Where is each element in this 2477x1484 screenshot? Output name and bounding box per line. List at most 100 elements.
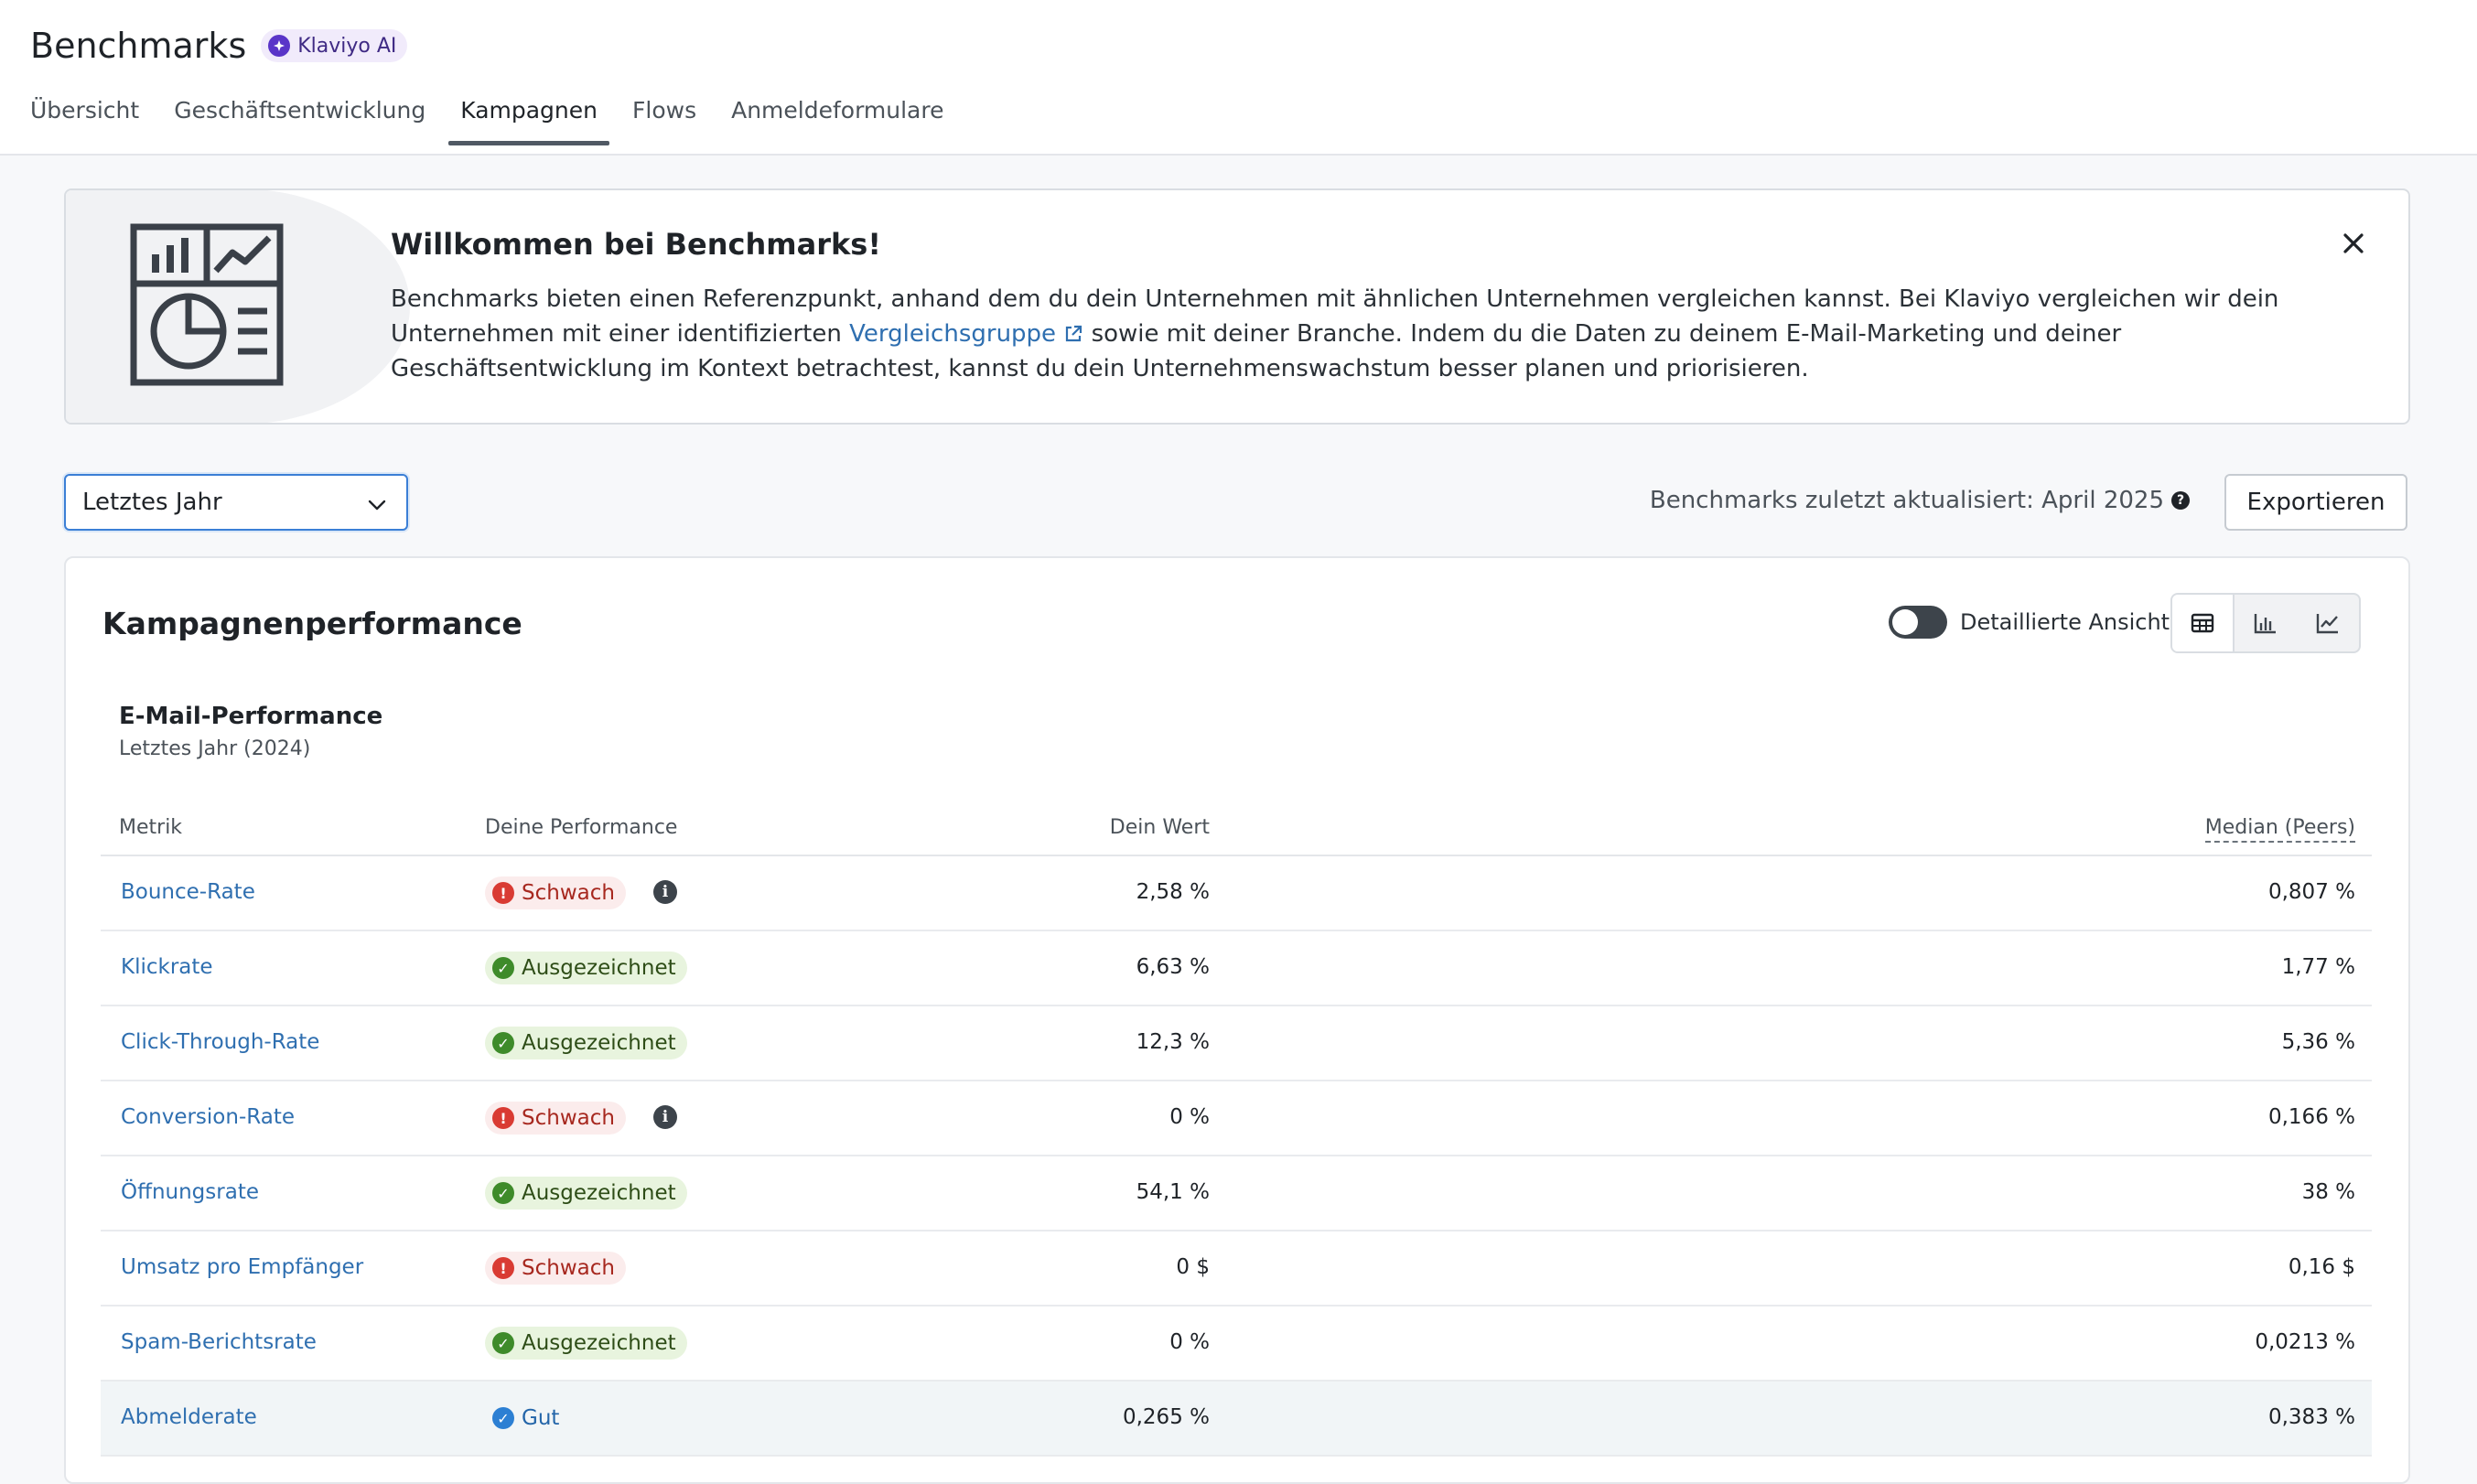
your-value: 54,1 %	[1136, 1180, 1210, 1204]
period-select[interactable]: Letztes Jahr	[64, 474, 408, 531]
help-icon[interactable]: ?	[2171, 491, 2190, 510]
sparkle-icon	[268, 35, 291, 57]
metric-link[interactable]: Umsatz pro Empfänger	[121, 1255, 363, 1279]
welcome-illustration	[66, 190, 410, 423]
warning-icon: !	[492, 1107, 514, 1129]
status-badge: ✓ Ausgezeichnet	[485, 1177, 687, 1210]
section-title: E-Mail-Performance	[119, 703, 383, 730]
line-chart-view-button[interactable]	[2297, 595, 2359, 651]
status-badge-label: Schwach	[522, 881, 615, 905]
tab-anmeldeformulare[interactable]: Anmeldeformulare	[731, 90, 943, 145]
your-value: 0 $	[1176, 1255, 1210, 1279]
column-header-median[interactable]: Median (Peers)	[2204, 816, 2355, 843]
page-header: Benchmarks Klaviyo AI Übersicht Geschäft…	[0, 0, 2477, 156]
bar-chart-icon	[2254, 614, 2276, 634]
close-icon	[2343, 233, 2364, 253]
close-banner-button[interactable]	[2337, 227, 2370, 260]
tab-uebersicht[interactable]: Übersicht	[30, 90, 139, 145]
median-value: 1,77 %	[2281, 955, 2355, 979]
your-value: 6,63 %	[1136, 955, 1210, 979]
ai-badge-label: Klaviyo AI	[297, 34, 397, 58]
line-chart-icon	[2316, 614, 2338, 634]
detailed-view-toggle-wrap: Detaillierte Ansicht	[1889, 606, 2170, 639]
your-value: 0 %	[1169, 1105, 1210, 1129]
chevron-down-icon	[368, 500, 386, 511]
status-badge-label: Ausgezeichnet	[522, 1331, 676, 1355]
status-badge-label: Schwach	[522, 1256, 615, 1280]
info-icon[interactable]: i	[653, 1105, 677, 1129]
metric-link[interactable]: Öffnungsrate	[121, 1180, 259, 1204]
vergleichsgruppe-link[interactable]: Vergleichsgruppe	[849, 320, 1083, 348]
median-value: 5,36 %	[2281, 1030, 2355, 1054]
page-title: Benchmarks	[30, 26, 247, 66]
status-badge-label: Gut	[522, 1406, 560, 1430]
bar-chart-view-button[interactable]	[2235, 595, 2297, 651]
welcome-text: Benchmarks bieten einen Referenzpunkt, a…	[391, 282, 2367, 386]
your-value: 0 %	[1169, 1330, 1210, 1354]
column-header-metric: Metrik	[119, 816, 183, 839]
table-row: Klickrate ✓ Ausgezeichnet 6,63 % 1,77 %	[101, 931, 2372, 1006]
your-value: 0,265 %	[1122, 1405, 1210, 1429]
median-value: 38 %	[2301, 1180, 2355, 1204]
column-header-performance: Deine Performance	[485, 816, 678, 839]
status-badge: ✓ Ausgezeichnet	[485, 1027, 687, 1059]
table-header: Metrik Deine Performance Dein Wert Media…	[101, 801, 2372, 856]
status-badge: ✓ Ausgezeichnet	[485, 1327, 687, 1360]
view-switcher	[2170, 593, 2361, 653]
checkmark-icon: ✓	[492, 1032, 514, 1054]
status-badge-label: Schwach	[522, 1106, 615, 1130]
dashboard-report-icon	[130, 223, 284, 386]
median-value: 0,0213 %	[2255, 1330, 2355, 1354]
last-updated: Benchmarks zuletzt aktualisiert: April 2…	[1650, 487, 2190, 514]
external-link-icon	[1066, 325, 1082, 342]
warning-icon: !	[492, 1257, 514, 1279]
info-icon[interactable]: i	[653, 880, 677, 904]
status-badge: ! Schwach	[485, 876, 626, 909]
warning-icon: !	[492, 882, 514, 904]
campaign-performance-card: Kampagnenperformance Detaillierte Ansich…	[64, 556, 2410, 1484]
table-row: Abmelderate ✓ Gut 0,265 % 0,383 %	[101, 1382, 2372, 1457]
klaviyo-ai-badge[interactable]: Klaviyo AI	[261, 29, 408, 62]
table-row: Öffnungsrate ✓ Ausgezeichnet 54,1 % 38 %	[101, 1156, 2372, 1231]
period-select-value: Letztes Jahr	[82, 489, 222, 516]
detailed-view-toggle[interactable]	[1889, 606, 1947, 639]
benchmark-table: Metrik Deine Performance Dein Wert Media…	[101, 801, 2372, 1457]
metric-link[interactable]: Bounce-Rate	[121, 880, 255, 904]
table-row: Click-Through-Rate ✓ Ausgezeichnet 12,3 %…	[101, 1006, 2372, 1081]
section-subtitle: Letztes Jahr (2024)	[119, 737, 311, 760]
median-value: 0,383 %	[2267, 1405, 2355, 1429]
metric-link[interactable]: Abmelderate	[121, 1405, 257, 1429]
table-row: Bounce-Rate ! Schwach i 2,58 % 0,807 %	[101, 856, 2372, 931]
table-row: Spam-Berichtsrate ✓ Ausgezeichnet 0 % 0,0…	[101, 1307, 2372, 1382]
tab-kampagnen[interactable]: Kampagnen	[448, 90, 609, 145]
status-badge: ! Schwach	[485, 1102, 626, 1135]
your-value: 12,3 %	[1136, 1030, 1210, 1054]
table-row: Conversion-Rate ! Schwach i 0 % 0,166 %	[101, 1081, 2372, 1156]
status-badge: ✓ Gut	[485, 1402, 570, 1435]
tab-geschaeftsentwicklung[interactable]: Geschäftsentwicklung	[174, 90, 425, 145]
table-view-button[interactable]	[2172, 595, 2235, 651]
metric-link[interactable]: Klickrate	[121, 955, 213, 979]
status-badge: ✓ Ausgezeichnet	[485, 952, 687, 984]
export-button[interactable]: Exportieren	[2224, 474, 2407, 531]
metric-link[interactable]: Conversion-Rate	[121, 1105, 295, 1129]
median-value: 0,166 %	[2267, 1105, 2355, 1129]
tab-flows[interactable]: Flows	[632, 90, 696, 145]
your-value: 2,58 %	[1136, 880, 1210, 904]
vergleichsgruppe-link-label: Vergleichsgruppe	[849, 320, 1057, 348]
checkmark-icon: ✓	[492, 957, 514, 979]
checkmark-icon: ✓	[492, 1182, 514, 1204]
column-header-value: Dein Wert	[1109, 816, 1210, 839]
toggle-knob	[1892, 609, 1918, 635]
table-icon	[2191, 613, 2214, 633]
metric-link[interactable]: Click-Through-Rate	[121, 1030, 319, 1054]
welcome-banner: Willkommen bei Benchmarks! Benchmarks bi…	[64, 188, 2410, 425]
title-row: Benchmarks Klaviyo AI	[30, 26, 408, 66]
status-badge: ! Schwach	[485, 1252, 626, 1285]
status-badge-label: Ausgezeichnet	[522, 1031, 676, 1055]
detailed-view-label: Detaillierte Ansicht	[1960, 609, 2170, 635]
last-updated-text: Benchmarks zuletzt aktualisiert: April 2…	[1649, 487, 2164, 514]
metric-link[interactable]: Spam-Berichtsrate	[121, 1330, 317, 1354]
tab-bar: Übersicht Geschäftsentwicklung Kampagnen…	[30, 90, 978, 145]
checkmark-icon: ✓	[492, 1332, 514, 1354]
